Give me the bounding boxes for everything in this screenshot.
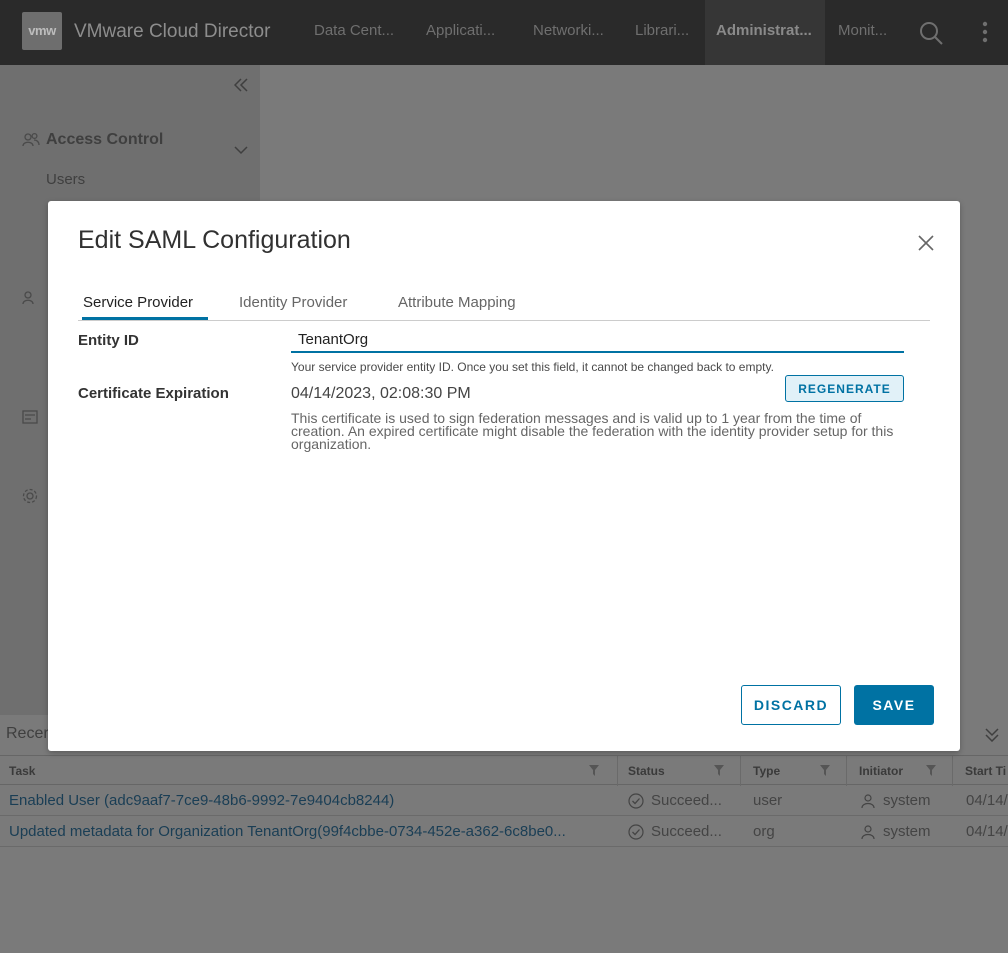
- app-title[interactable]: VMware Cloud Director: [74, 21, 270, 43]
- task-start-time: 04/14/: [966, 792, 1008, 809]
- nav-networking[interactable]: Networki...: [533, 22, 604, 39]
- certificate-expiration-label: Certificate Expiration: [78, 385, 229, 402]
- top-header: vmw VMware Cloud Director Data Cent... A…: [0, 0, 1008, 65]
- active-tab-indicator: [82, 317, 208, 320]
- recent-tasks-title[interactable]: Recer: [6, 725, 49, 743]
- tab-identity-provider[interactable]: Identity Provider: [239, 294, 347, 311]
- task-status: Succeed...: [651, 792, 722, 809]
- nav-monitor[interactable]: Monit...: [838, 22, 887, 39]
- table-row[interactable]: Updated metadata for Organization Tenant…: [0, 816, 1008, 847]
- more-options-icon[interactable]: [981, 20, 989, 44]
- discard-button[interactable]: DISCARD: [741, 685, 841, 725]
- nav-data-centers[interactable]: Data Cent...: [314, 22, 394, 39]
- collapse-panel-icon[interactable]: [985, 728, 999, 742]
- collapse-sidebar-icon[interactable]: [234, 78, 248, 92]
- tab-attribute-mapping[interactable]: Attribute Mapping: [398, 294, 516, 311]
- regenerate-button[interactable]: REGENERATE: [785, 375, 904, 402]
- users-group-icon: [22, 132, 40, 147]
- certificate-expiration-value: 04/14/2023, 02:08:30 PM: [291, 385, 471, 402]
- edit-saml-modal: Edit SAML Configuration Service Provider…: [48, 201, 960, 751]
- task-initiator: system: [883, 792, 931, 809]
- filter-icon[interactable]: [714, 765, 724, 777]
- entity-id-label: Entity ID: [78, 332, 139, 349]
- modal-title: Edit SAML Configuration: [78, 226, 351, 254]
- column-type[interactable]: Type: [753, 764, 780, 778]
- certificate-description: This certificate is used to sign federat…: [291, 410, 894, 452]
- nav-applications[interactable]: Applicati...: [426, 22, 495, 39]
- success-check-icon: [628, 824, 644, 840]
- task-start-time: 04/14/: [966, 823, 1008, 840]
- task-type: org: [753, 823, 775, 840]
- task-status: Succeed...: [651, 823, 722, 840]
- task-type: user: [753, 792, 783, 809]
- user-icon: [861, 794, 875, 809]
- card-icon: [22, 410, 38, 424]
- task-link[interactable]: Enabled User (adc9aaf7-7ce9-48b6-9992-7e…: [9, 792, 609, 809]
- role-icon: [22, 291, 34, 305]
- success-check-icon: [628, 793, 644, 809]
- column-status[interactable]: Status: [628, 764, 665, 778]
- column-task[interactable]: Task: [9, 764, 35, 778]
- task-initiator: system: [883, 823, 931, 840]
- nav-libraries[interactable]: Librari...: [635, 22, 689, 39]
- tab-service-provider[interactable]: Service Provider: [83, 294, 193, 311]
- column-initiator[interactable]: Initiator: [859, 764, 903, 778]
- task-link[interactable]: Updated metadata for Organization Tenant…: [9, 823, 609, 840]
- filter-icon[interactable]: [926, 765, 936, 777]
- nav-administration[interactable]: Administrat...: [716, 22, 812, 39]
- gear-icon: [22, 488, 38, 504]
- chevron-down-icon[interactable]: [234, 145, 248, 155]
- column-start-time[interactable]: Start Ti: [965, 764, 1006, 778]
- sidebar-section-access-control[interactable]: Access Control: [46, 131, 163, 149]
- entity-id-helper: Your service provider entity ID. Once yo…: [291, 360, 774, 374]
- filter-icon[interactable]: [589, 765, 599, 777]
- filter-icon[interactable]: [820, 765, 830, 777]
- tasks-table-header: Task Status Type Initiator Start Ti: [0, 755, 1008, 786]
- user-icon: [861, 825, 875, 840]
- sidebar-item-users[interactable]: Users: [46, 171, 85, 188]
- entity-id-input[interactable]: [291, 327, 904, 353]
- table-row[interactable]: Enabled User (adc9aaf7-7ce9-48b6-9992-7e…: [0, 785, 1008, 816]
- save-button[interactable]: SAVE: [854, 685, 934, 725]
- vmware-logo[interactable]: vmw: [22, 12, 62, 50]
- close-icon[interactable]: [916, 233, 936, 253]
- search-icon[interactable]: [918, 20, 944, 46]
- modal-tabs: Service Provider Identity Provider Attri…: [78, 291, 930, 321]
